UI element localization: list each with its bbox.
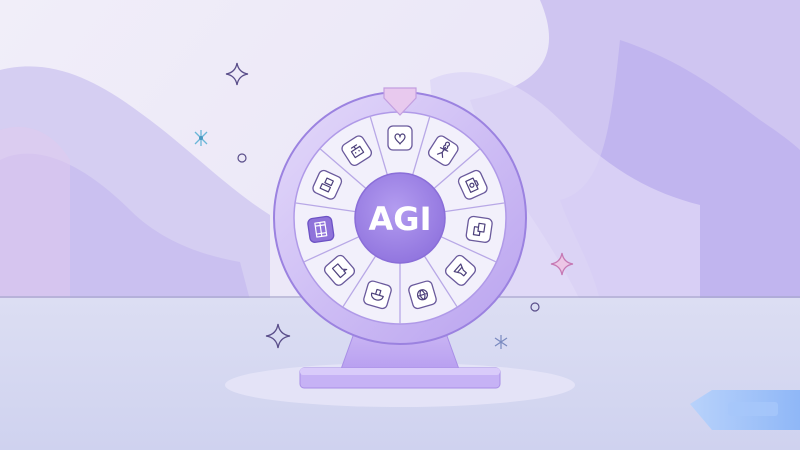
segment-tile [465,215,493,243]
scene: AGI [0,0,800,450]
segment-tile-bg [387,125,413,151]
segment-tile [387,125,413,151]
cloud-left-pink [0,126,70,300]
center-label: AGI [369,200,432,238]
segment-tile [307,215,335,243]
segment-tile-bg [465,215,493,243]
